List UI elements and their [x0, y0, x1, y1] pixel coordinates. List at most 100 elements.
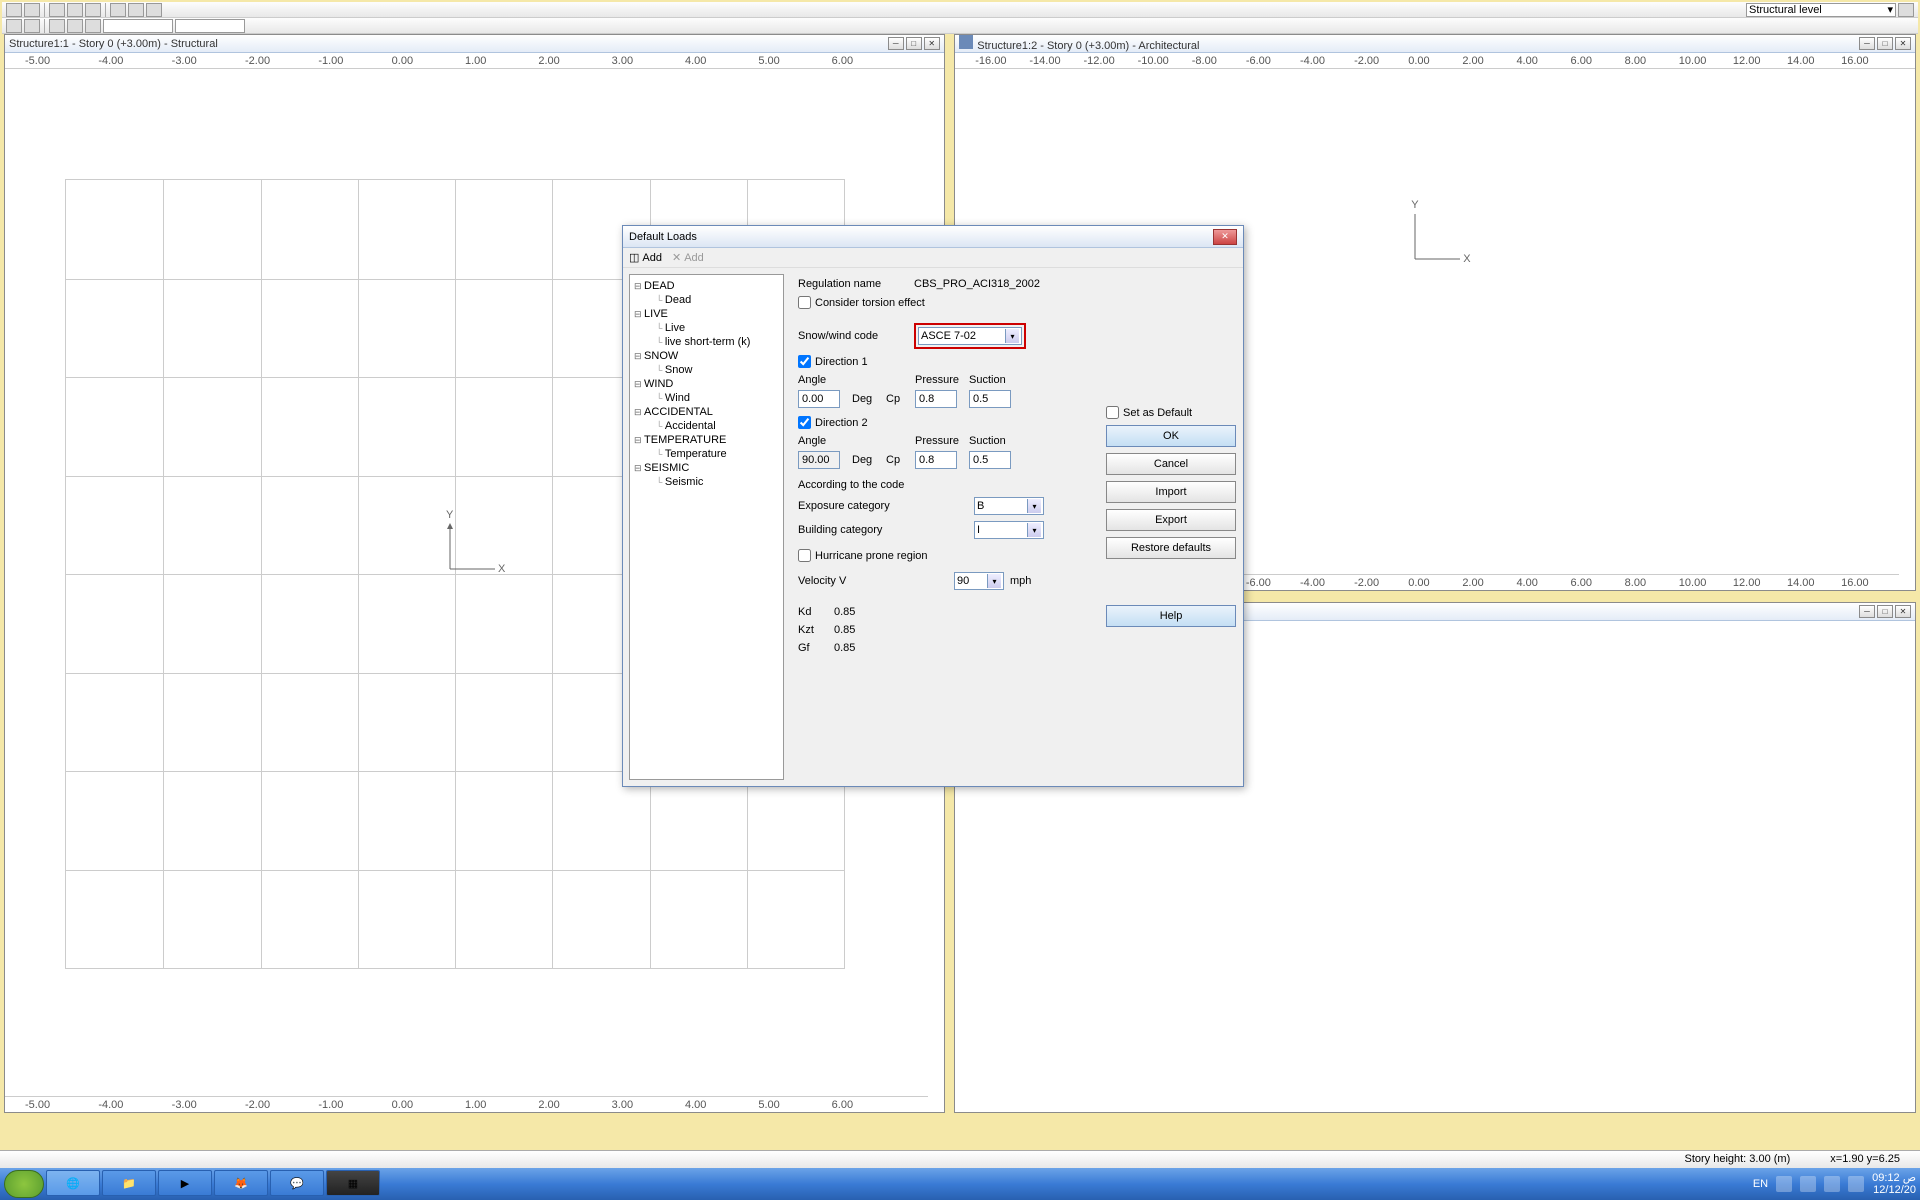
tree-child[interactable]: Snow — [634, 363, 779, 377]
tb-icon[interactable] — [110, 3, 126, 17]
view-icon — [959, 35, 973, 49]
toolbar-row-2 — [2, 18, 1918, 34]
tray-icon[interactable] — [1848, 1176, 1864, 1192]
tray-icon[interactable] — [1800, 1176, 1816, 1192]
tray-icon[interactable] — [1824, 1176, 1840, 1192]
statusbar: Story height: 3.00 (m) x=1.90 y=6.25 — [0, 1150, 1920, 1168]
maximize-button[interactable]: □ — [1877, 605, 1893, 618]
tb-icon[interactable] — [67, 3, 83, 17]
ruler-top: -16.00-14.00-12.00-10.00-8.00-6.00-4.00-… — [955, 53, 1915, 69]
toolbar-row-1: Structural level▾ — [2, 2, 1918, 18]
regulation-value: CBS_PRO_ACI318_2002 — [914, 278, 1040, 290]
language-indicator[interactable]: EN — [1753, 1178, 1768, 1190]
building-combo[interactable]: I▾ — [974, 521, 1044, 539]
tb-icon[interactable] — [6, 3, 22, 17]
tb-icon[interactable] — [24, 19, 40, 33]
tb-icon[interactable] — [24, 3, 40, 17]
tree-child[interactable]: Seismic — [634, 475, 779, 489]
taskbar: 🌐 📁 ▶ 🦊 💬 ▦ EN 09:12 ص 12/12/20 — [0, 1168, 1920, 1200]
snowwind-label: Snow/wind code — [798, 330, 908, 342]
pressure2-input[interactable] — [915, 451, 957, 469]
pressure1-input[interactable] — [915, 390, 957, 408]
velocity-combo[interactable]: 90▾ — [954, 572, 1004, 590]
suction2-input[interactable] — [969, 451, 1011, 469]
tb-icon[interactable] — [6, 19, 22, 33]
angle2-input[interactable] — [798, 451, 840, 469]
tb-icon[interactable] — [85, 3, 101, 17]
export-button[interactable]: Export — [1106, 509, 1236, 531]
tree-child[interactable]: live short-term (k) — [634, 335, 779, 349]
task-ie[interactable]: 🌐 — [46, 1170, 100, 1196]
minimize-button[interactable]: ─ — [1859, 605, 1875, 618]
angle1-input[interactable] — [798, 390, 840, 408]
task-media[interactable]: ▶ — [158, 1170, 212, 1196]
pane-title: Structure1:2 - Story 0 (+3.00m) - Archit… — [977, 40, 1199, 52]
tb-combo[interactable] — [103, 19, 173, 33]
tree-parent[interactable]: SEISMIC — [634, 461, 779, 475]
close-button[interactable]: ✕ — [1213, 229, 1237, 245]
add-disabled-button: ✕ Add — [672, 251, 704, 264]
torsion-checkbox[interactable] — [798, 296, 811, 309]
close-button[interactable]: ✕ — [1895, 605, 1911, 618]
direction1-checkbox[interactable] — [798, 355, 811, 368]
story-height: Story height: 3.00 (m) — [1684, 1153, 1790, 1166]
task-skype[interactable]: 💬 — [270, 1170, 324, 1196]
tree-child[interactable]: Live — [634, 321, 779, 335]
maximize-button[interactable]: □ — [1877, 37, 1893, 50]
level-combo[interactable]: Structural level▾ — [1746, 3, 1896, 17]
tb-combo[interactable] — [175, 19, 245, 33]
tree-child[interactable]: Accidental — [634, 419, 779, 433]
suction1-input[interactable] — [969, 390, 1011, 408]
cancel-button[interactable]: Cancel — [1106, 453, 1236, 475]
hurricane-checkbox[interactable] — [798, 549, 811, 562]
tb-icon[interactable] — [49, 19, 65, 33]
close-button[interactable]: ✕ — [924, 37, 940, 50]
minimize-button[interactable]: ─ — [1859, 37, 1875, 50]
snowwind-combo[interactable]: ASCE 7-02▾ — [918, 327, 1022, 345]
pane-title: Structure1:1 - Story 0 (+3.00m) - Struct… — [9, 38, 218, 50]
exposure-combo[interactable]: B▾ — [974, 497, 1044, 515]
setdefault-checkbox[interactable] — [1106, 406, 1119, 419]
tree-parent[interactable]: DEAD — [634, 279, 779, 293]
ok-button[interactable]: OK — [1106, 425, 1236, 447]
tb-icon[interactable] — [128, 3, 144, 17]
torsion-label: Consider torsion effect — [815, 297, 925, 309]
ruler-right — [1899, 69, 1915, 574]
tree-parent[interactable]: TEMPERATURE — [634, 433, 779, 447]
tb-icon[interactable] — [67, 19, 83, 33]
task-explorer[interactable]: 📁 — [102, 1170, 156, 1196]
ruler-top: -5.00-4.00-3.00-2.00-1.000.001.002.003.0… — [5, 53, 944, 69]
tb-icon[interactable] — [1898, 3, 1914, 17]
minimize-button[interactable]: ─ — [888, 37, 904, 50]
tree-parent[interactable]: WIND — [634, 377, 779, 391]
add-button[interactable]: ◫ Add — [629, 251, 662, 264]
help-button[interactable]: Help — [1106, 605, 1236, 627]
restore-button[interactable]: Restore defaults — [1106, 537, 1236, 559]
start-button[interactable] — [4, 1170, 44, 1198]
task-app[interactable]: ▦ — [326, 1170, 380, 1196]
tb-icon[interactable] — [146, 3, 162, 17]
tray-icon[interactable] — [1776, 1176, 1792, 1192]
task-firefox[interactable]: 🦊 — [214, 1170, 268, 1196]
regulation-label: Regulation name — [798, 278, 908, 290]
according-label: According to the code — [798, 479, 1090, 491]
tree-parent[interactable]: SNOW — [634, 349, 779, 363]
default-loads-dialog: Default Loads ✕ ◫ Add ✕ Add DEADDeadLIVE… — [622, 225, 1244, 787]
clock[interactable]: 09:12 ص 12/12/20 — [1872, 1172, 1916, 1196]
snowwind-highlight: ASCE 7-02▾ — [914, 323, 1026, 349]
import-button[interactable]: Import — [1106, 481, 1236, 503]
tree-child[interactable]: Wind — [634, 391, 779, 405]
tree-parent[interactable]: ACCIDENTAL — [634, 405, 779, 419]
tb-icon[interactable] — [49, 3, 65, 17]
ruler-bottom: -5.00-4.00-3.00-2.00-1.000.001.002.003.0… — [5, 1096, 928, 1112]
load-tree[interactable]: DEADDeadLIVELivelive short-term (k)SNOWS… — [629, 274, 784, 780]
tree-child[interactable]: Temperature — [634, 447, 779, 461]
maximize-button[interactable]: □ — [906, 37, 922, 50]
coordinates: x=1.90 y=6.25 — [1830, 1153, 1900, 1166]
close-button[interactable]: ✕ — [1895, 37, 1911, 50]
direction2-checkbox[interactable] — [798, 416, 811, 429]
dialog-title: Default Loads — [629, 231, 697, 243]
tree-parent[interactable]: LIVE — [634, 307, 779, 321]
tb-icon[interactable] — [85, 19, 101, 33]
tree-child[interactable]: Dead — [634, 293, 779, 307]
